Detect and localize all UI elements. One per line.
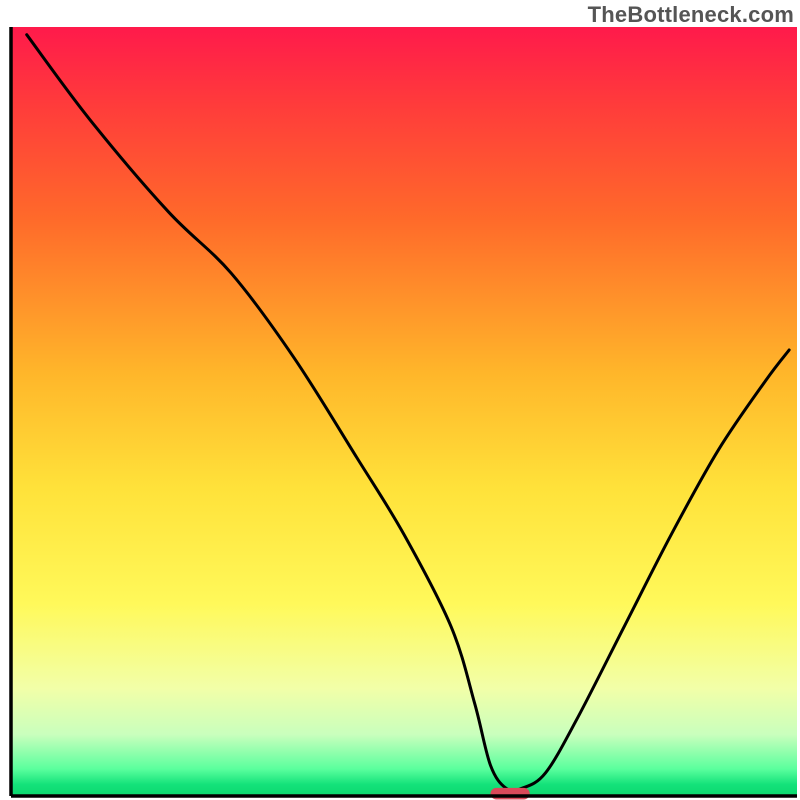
chart-svg xyxy=(0,0,800,800)
plot-background xyxy=(11,27,797,796)
chart-stage: TheBottleneck.com xyxy=(0,0,800,800)
